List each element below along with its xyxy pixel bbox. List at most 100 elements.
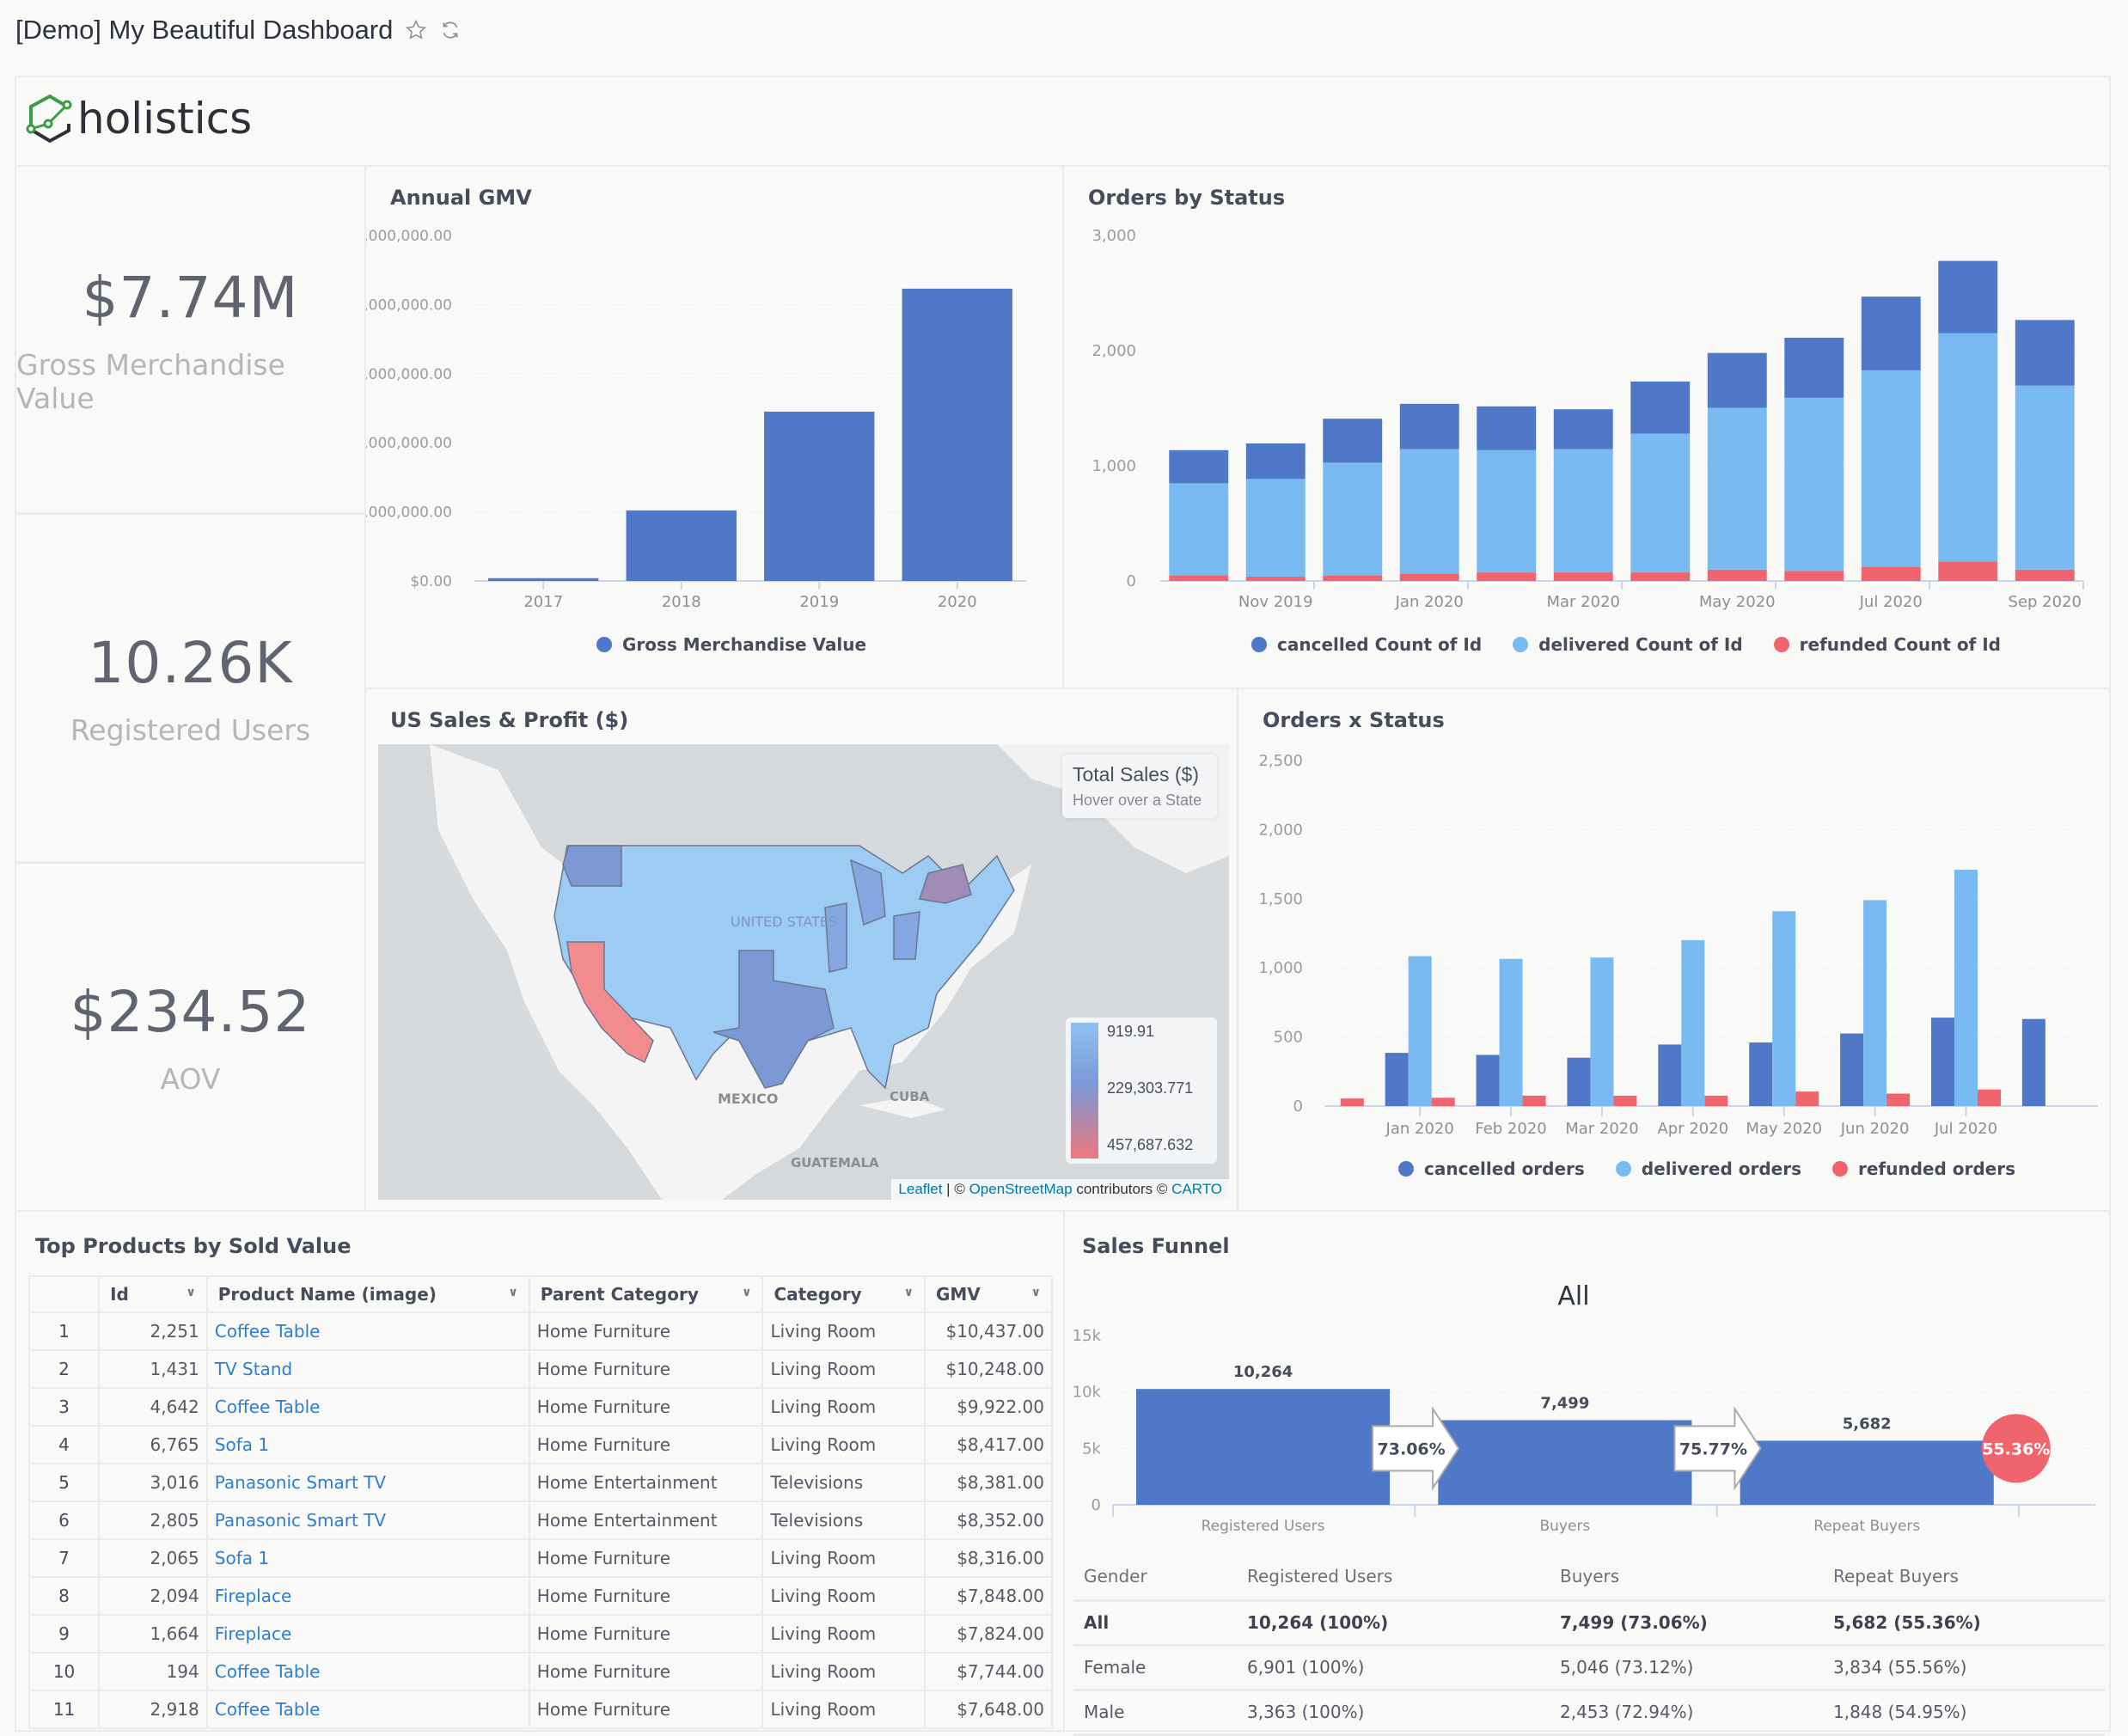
x-tick-label: Jan 2020 [1395,593,1464,611]
cell-category: Living Room [761,1387,926,1427]
chart-legend: Gross Merchandise Value [596,634,866,655]
column-header[interactable] [28,1275,101,1313]
product-link[interactable]: Sofa 1 [215,1548,269,1568]
color-scale-bar [1071,1023,1098,1158]
cell-gmv: $7,648.00 [923,1690,1054,1729]
bar-segment [1938,333,1998,562]
x-tick-label: May 2020 [1746,1120,1822,1138]
chevron-down-icon[interactable]: ∨ [742,1286,751,1299]
bar-segment [1477,572,1537,581]
table-cell: 10,264 (100%) [1237,1600,1550,1647]
column-header: Registered Users [1237,1554,1550,1602]
chevron-down-icon[interactable]: ∨ [904,1286,914,1299]
y-tick-label: 2,000 [1258,821,1303,839]
cell-product-name: Coffee Table [205,1311,530,1351]
leaflet-link[interactable]: Leaflet [898,1181,942,1197]
cell-category: Living Room [761,1690,926,1729]
legend-item-refunded[interactable]: refunded orders [1831,1158,2015,1179]
cell-product-name: Coffee Table [205,1387,530,1427]
legend-dot-icon [1398,1161,1414,1177]
x-tick-label: 2020 [938,593,977,611]
bar-refunded-orders [1886,1093,1911,1106]
row-number: 8 [28,1576,101,1616]
product-link[interactable]: Coffee Table [215,1661,321,1682]
x-tick-label: Sep 2020 [2009,593,2082,611]
y-tick-label: 1,500 [1258,890,1303,908]
column-header[interactable]: GMV ∨ [923,1275,1054,1313]
legend-dot-icon [596,637,612,652]
funnel-bar [1740,1440,1994,1505]
bar-refunded-orders [1522,1095,1546,1106]
map-color-legend: 919.91 229,303.771 457,687.632 [1066,1018,1217,1164]
bar-refunded-orders [1795,1091,1819,1106]
cell-product-name: Coffee Table [205,1690,530,1729]
bar-segment [1477,449,1537,573]
cell-gmv: $8,316.00 [923,1538,1054,1578]
us-sales-map[interactable]: UNITED STATES MEXICO CUBA GUATEMALA Tota… [378,744,1229,1200]
product-link[interactable]: TV Stand [215,1359,292,1379]
cell-id: 2,918 [98,1690,208,1729]
product-link[interactable]: Coffee Table [215,1699,321,1720]
table-cell: Female [1073,1645,1237,1691]
x-tick-label: Jun 2020 [1840,1120,1910,1138]
chevron-down-icon[interactable]: ∨ [508,1286,517,1299]
bar-delivered-orders [1954,870,1978,1106]
chevron-down-icon[interactable]: ∨ [1031,1286,1041,1299]
orders-by-status-chart: 0 1,000 2,000 3,000 Nov 2019 Jan 2020 Mar 2020… [1092,227,2084,611]
legend-item-delivered[interactable]: delivered Count of Id [1513,634,1743,655]
kpi-registered-users[interactable]: 10.26K Registered Users [15,513,366,863]
kpi-gmv[interactable]: $7.74M Gross Merchandise Value [15,165,366,514]
y-tick-label: $1,000,000.00 [366,504,452,522]
column-header[interactable]: Category ∨ [761,1275,926,1313]
bar-cancelled-orders [1658,1044,1682,1106]
map-label-us: UNITED STATES [731,914,837,930]
bar-delivered-orders [1590,957,1614,1106]
cell-product-name: Sofa 1 [205,1425,530,1464]
carto-link[interactable]: CARTO [1171,1181,1222,1197]
legend-item-cancelled[interactable]: cancelled Count of Id [1251,634,1482,655]
y-tick-label: 0 [1127,572,1136,590]
product-link[interactable]: Fireplace [215,1623,292,1644]
conversion-rate-label: 73.06% [1378,1440,1446,1458]
y-tick-label: 3,000 [1092,227,1136,245]
kpi-aov[interactable]: $234.52 AOV [15,862,366,1212]
product-link[interactable]: Panasonic Smart TV [215,1510,386,1531]
cell-id: 1,431 [98,1349,208,1389]
state-pennsylvania[interactable] [893,911,920,960]
row-number: 11 [28,1690,101,1729]
legend-item-delivered[interactable]: delivered orders [1615,1158,1801,1179]
y-tick-label: 2,000 [1092,342,1136,360]
column-header[interactable]: Parent Category ∨ [528,1275,764,1313]
chevron-down-icon[interactable]: ∨ [186,1286,195,1299]
x-tick-label: Nov 2019 [1238,593,1313,611]
bar-segment [1938,260,1998,333]
osm-link[interactable]: OpenStreetMap [969,1181,1073,1197]
cell-id: 1,664 [98,1614,208,1653]
product-link[interactable]: Panasonic Smart TV [215,1472,386,1493]
product-link[interactable]: Coffee Table [215,1397,321,1417]
bar-segment [1399,449,1459,574]
legend-item-cancelled[interactable]: cancelled orders [1398,1158,1585,1179]
table-cell: 3,363 (100%) [1237,1690,1550,1736]
product-link[interactable]: Fireplace [215,1586,292,1606]
cell-category: Living Room [761,1652,926,1691]
product-link[interactable]: Sofa 1 [215,1434,269,1455]
funnel-breakdown-table: Gender Registered Users Buyers Repeat Buyer… [1073,1554,2105,1736]
bar-segment [1553,409,1613,449]
cell-id: 6,765 [98,1425,208,1464]
refresh-icon[interactable] [439,19,462,41]
star-icon[interactable] [405,19,427,41]
panel-title: Top Products by Sold Value [35,1234,352,1258]
y-tick-label: 5k [1082,1440,1101,1458]
bar-segment [1861,566,1921,581]
legend-item[interactable]: Gross Merchandise Value [596,634,866,655]
kpi-value: $234.52 [70,978,311,1045]
column-header[interactable]: Id ∨ [98,1275,208,1313]
table-row: 1 2,251 Coffee Table Home Furniture Living R… [28,1311,1054,1351]
dashboard-title: [Demo] My Beautiful Dashboard [15,15,394,45]
product-link[interactable]: Coffee Table [215,1321,321,1342]
column-header[interactable]: Product Name (image) ∨ [205,1275,530,1313]
sales-funnel-chart: All 0 5k 10k 15k 10,264 Registered Users 7,499 B… [1073,1281,2096,1535]
state-washington[interactable] [562,845,622,887]
legend-item-refunded[interactable]: refunded Count of Id [1773,634,2001,655]
